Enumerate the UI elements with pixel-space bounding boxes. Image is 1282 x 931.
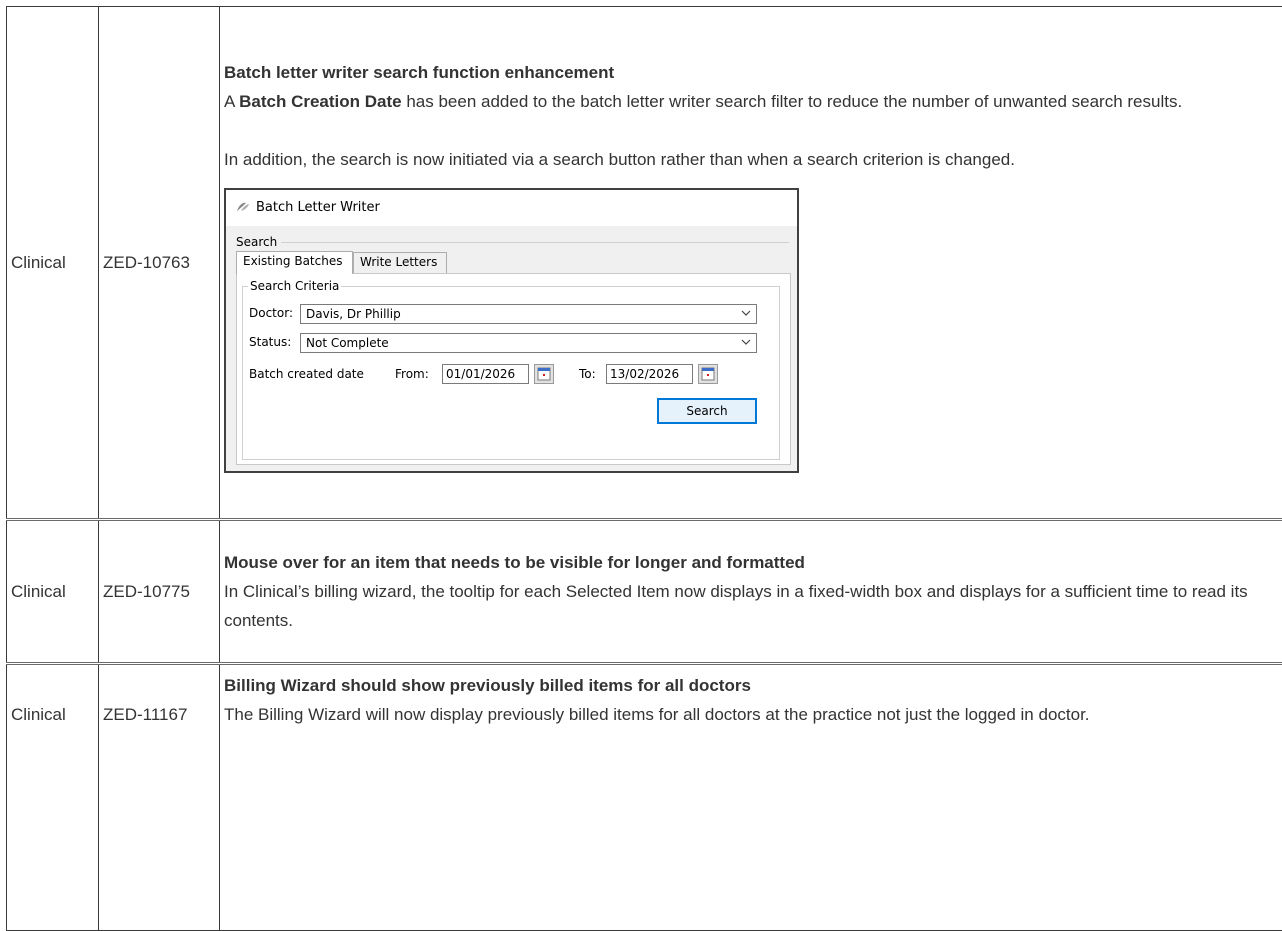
description-cell: Batch letter writer search function enha… [220,7,1282,520]
chevron-down-icon [741,308,751,318]
table-row: Clinical ZED-10763 Batch letter writer s… [7,7,1282,520]
dialog-body: Search Existing Batches Write Letters Se… [226,226,797,471]
from-date-input[interactable]: 01/01/2026 [442,364,529,384]
doctor-label: Doctor: [249,306,293,320]
description-cell: Mouse over for an item that needs to be … [220,520,1282,664]
batch-created-date-label: Batch created date [249,367,364,381]
from-label: From: [395,367,429,381]
id-cell: ZED-10763 [99,7,220,520]
chevron-down-icon [741,337,751,347]
status-label: Status: [249,335,291,349]
doctor-select[interactable]: Davis, Dr Phillip [300,304,757,324]
item-paragraph: In Clinical’s billing wizard, the toolti… [224,577,1282,635]
description-cell: Billing Wizard should show previously bi… [220,664,1282,931]
dialog-title: Batch Letter Writer [256,200,380,215]
search-criteria-group: Search Criteria Doctor: Davis, Dr Philli… [242,286,780,460]
area-cell: Clinical [7,664,99,931]
id-cell: ZED-10775 [99,520,220,664]
app-logo-icon [236,202,250,212]
item-paragraph: A Batch Creation Date has been added to … [224,87,1282,116]
search-button[interactable]: Search [657,398,757,424]
group-label: Search Criteria [248,279,341,293]
search-section-label: Search [236,235,277,249]
status-value: Not Complete [306,336,389,350]
item-paragraph: In addition, the search is now initiated… [224,145,1282,174]
item-paragraph: The Billing Wizard will now display prev… [224,700,1282,729]
area-cell: Clinical [7,520,99,664]
tab-write-letters[interactable]: Write Letters [353,252,447,273]
area-cell: Clinical [7,7,99,520]
divider [281,242,789,243]
calendar-icon[interactable] [534,364,554,384]
tab-existing-batches[interactable]: Existing Batches [236,251,353,274]
id-cell: ZED-11167 [99,664,220,931]
text-span: A [224,92,239,111]
table-row: Clinical ZED-11167 Billing Wizard should… [7,664,1282,931]
calendar-icon[interactable] [698,364,718,384]
release-notes-table: Clinical ZED-10763 Batch letter writer s… [6,6,1282,931]
to-label: To: [579,367,596,381]
table-row: Clinical ZED-10775 Mouse over for an ite… [7,520,1282,664]
item-title: Billing Wizard should show previously bi… [224,671,1282,700]
text-span: has been added to the batch letter write… [402,92,1183,111]
item-title: Mouse over for an item that needs to be … [224,548,1282,577]
to-date-input[interactable]: 13/02/2026 [606,364,693,384]
batch-letter-writer-dialog: Batch Letter Writer Search Existing Batc… [224,188,799,473]
tab-panel: Search Criteria Doctor: Davis, Dr Philli… [236,273,791,465]
bold-term: Batch Creation Date [239,92,401,111]
item-title: Batch letter writer search function enha… [224,58,1282,87]
dialog-titlebar: Batch Letter Writer [226,190,797,226]
doctor-value: Davis, Dr Phillip [306,307,401,321]
status-select[interactable]: Not Complete [300,333,757,353]
